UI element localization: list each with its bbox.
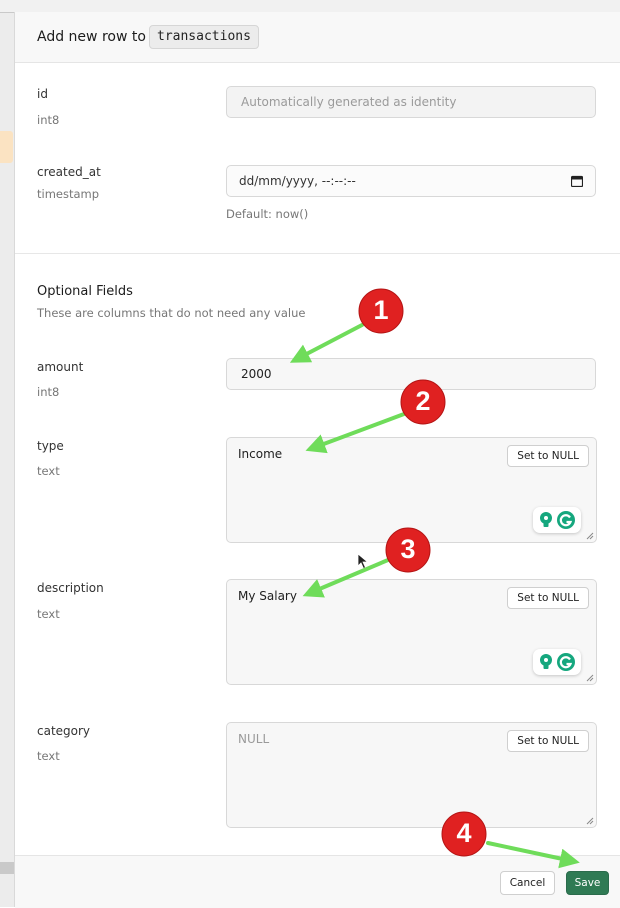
category-placeholder: NULL: [238, 732, 270, 746]
optional-fields-subtitle: These are columns that do not need any v…: [37, 306, 306, 320]
lightbulb-icon: [540, 654, 552, 669]
calendar-icon[interactable]: [571, 175, 583, 187]
field-type-created-at: timestamp: [37, 187, 100, 201]
id-input[interactable]: Automatically generated as identity: [226, 86, 596, 118]
step-marker-3: 3: [384, 526, 432, 574]
grammarly-widget[interactable]: [533, 507, 581, 533]
field-type-id: int8: [37, 113, 60, 127]
background-highlight: [0, 131, 13, 163]
step-marker-2: 2: [399, 378, 447, 426]
category-set-null-button[interactable]: Set to NULL: [507, 730, 589, 752]
description-set-null-button[interactable]: Set to NULL: [507, 587, 589, 609]
description-textarea[interactable]: My Salary Set to NULL: [226, 579, 597, 685]
grammarly-widget[interactable]: [533, 649, 581, 675]
save-button[interactable]: Save: [566, 871, 609, 895]
resize-handle-icon[interactable]: [586, 817, 594, 825]
mouse-cursor-icon: [357, 553, 369, 570]
field-name-created-at: created_at: [37, 165, 101, 179]
panel-title: Add new row to: [37, 29, 146, 45]
description-value: My Salary: [238, 589, 297, 603]
panel-header: Add new row to transactions: [15, 12, 620, 63]
field-name-description: description: [37, 581, 104, 595]
created-at-datetime-input[interactable]: dd/mm/yyyy, --:--:--: [226, 165, 596, 197]
created-at-default-hint: Default: now(): [226, 207, 309, 221]
resize-handle-icon[interactable]: [586, 674, 594, 682]
table-name-badge: transactions: [149, 25, 259, 49]
field-name-amount: amount: [37, 360, 84, 374]
optional-fields-title: Optional Fields: [37, 284, 133, 299]
type-value: Income: [238, 447, 283, 461]
field-name-id: id: [37, 87, 48, 101]
background-page: [0, 0, 620, 907]
field-type-amount: int8: [37, 385, 60, 399]
field-type-type: text: [37, 464, 60, 478]
section-divider: [15, 253, 620, 254]
cancel-button[interactable]: Cancel: [500, 871, 555, 895]
lightbulb-icon: [540, 512, 552, 527]
step-marker-1: 1: [357, 287, 405, 335]
field-type-category: text: [37, 749, 60, 763]
created-at-placeholder: dd/mm/yyyy, --:--:--: [239, 174, 356, 188]
category-textarea[interactable]: NULL Set to NULL: [226, 722, 597, 828]
grammarly-icon: [557, 653, 575, 671]
step-marker-4: 4: [440, 810, 488, 858]
field-name-type: type: [37, 439, 64, 453]
field-type-description: text: [37, 607, 60, 621]
grammarly-icon: [557, 511, 575, 529]
field-name-category: category: [37, 724, 91, 738]
type-set-null-button[interactable]: Set to NULL: [507, 445, 589, 467]
background-scrollbar: [0, 862, 14, 874]
add-row-panel: Add new row to transactions id int8 Auto…: [14, 12, 620, 908]
resize-handle-icon[interactable]: [586, 532, 594, 540]
panel-footer: Cancel Save: [15, 855, 620, 908]
